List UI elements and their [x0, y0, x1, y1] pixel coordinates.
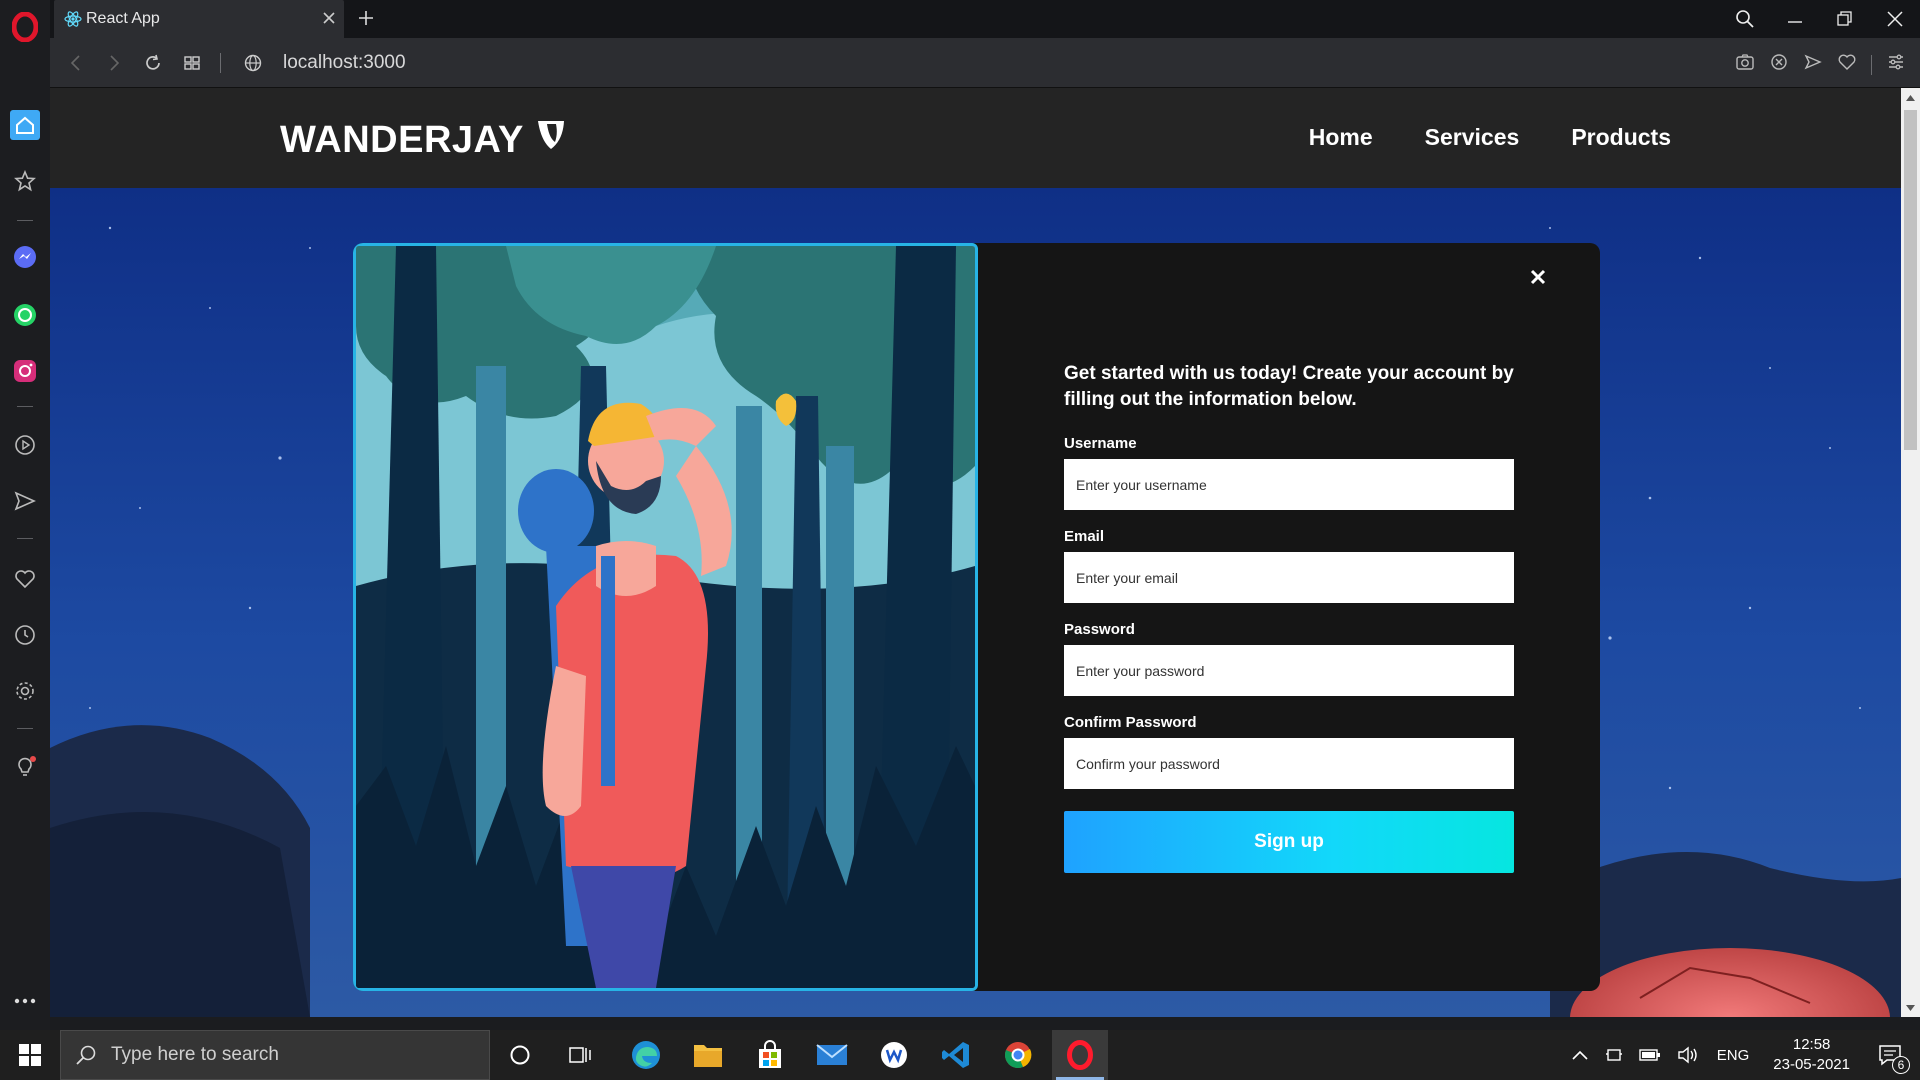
- logo-text: WANDERJAY: [280, 118, 524, 161]
- messenger-icon[interactable]: [0, 238, 50, 276]
- new-tab-plus-icon[interactable]: [356, 8, 376, 33]
- signup-button[interactable]: Sign up: [1064, 811, 1514, 873]
- whatsapp-icon[interactable]: [0, 296, 50, 334]
- tab-bar: React App: [50, 0, 1920, 38]
- site-menu: Home Services Products: [1309, 124, 1671, 151]
- chrome-icon[interactable]: [990, 1030, 1046, 1080]
- tab-close-icon[interactable]: [320, 9, 338, 32]
- forward-arrow-icon[interactable]: [104, 53, 124, 78]
- language-indicator[interactable]: ENG: [1717, 1047, 1750, 1064]
- password-label: Password: [1064, 621, 1135, 638]
- settings-gear-icon[interactable]: [0, 672, 50, 710]
- windows-taskbar: Type here to search ENG 12:58 23-05-2021…: [0, 1030, 1920, 1080]
- system-tray: ENG 12:58 23-05-2021 6: [1563, 1030, 1920, 1080]
- form-intro-text: Get started with us today! Create your a…: [1064, 363, 1514, 410]
- address-bar: localhost:3000: [50, 38, 1920, 88]
- flow-send-icon[interactable]: [0, 482, 50, 520]
- vscode-icon[interactable]: [928, 1030, 984, 1080]
- confirm-password-input[interactable]: [1064, 738, 1514, 789]
- site-globe-icon[interactable]: [243, 53, 263, 78]
- window-controls: [1720, 0, 1920, 38]
- hiker-illustration: [353, 243, 978, 991]
- nav-products-link[interactable]: Products: [1571, 124, 1671, 151]
- device-icon[interactable]: [1605, 1046, 1623, 1064]
- instagram-icon[interactable]: [0, 352, 50, 390]
- username-input[interactable]: [1064, 459, 1514, 510]
- task-view-icon[interactable]: [554, 1030, 606, 1080]
- scroll-down-arrow-icon[interactable]: [1901, 998, 1920, 1017]
- snapshot-camera-icon[interactable]: [1735, 52, 1755, 77]
- site-navbar: WANDERJAY Home Services Products: [50, 88, 1901, 188]
- search-placeholder: Type here to search: [111, 1044, 279, 1065]
- edge-browser-icon[interactable]: [618, 1030, 674, 1080]
- bookmark-heart-icon[interactable]: [1837, 52, 1857, 77]
- minimize-icon[interactable]: [1770, 0, 1820, 38]
- mail-icon[interactable]: [804, 1030, 860, 1080]
- username-label: Username: [1064, 435, 1137, 452]
- search-icon: [75, 1044, 97, 1066]
- taskbar-clock[interactable]: 12:58 23-05-2021: [1773, 1035, 1850, 1075]
- adblock-icon[interactable]: [1769, 52, 1789, 77]
- close-window-icon[interactable]: [1870, 0, 1920, 38]
- page-viewport: WANDERJAY Home Services Products Get sta…: [50, 88, 1901, 1017]
- address-actions: [1735, 52, 1906, 77]
- tab-react-app[interactable]: React App: [54, 0, 344, 38]
- player-icon[interactable]: [0, 426, 50, 464]
- typo3-logo-icon: [534, 118, 568, 162]
- tab-title: React App: [86, 10, 160, 27]
- close-icon[interactable]: [1529, 268, 1547, 291]
- favorites-heart-icon[interactable]: [0, 560, 50, 598]
- browser-sidebar: [0, 0, 50, 1030]
- confirm-password-label: Confirm Password: [1064, 714, 1197, 731]
- sidebar-divider: [17, 728, 33, 729]
- file-explorer-icon[interactable]: [680, 1030, 736, 1080]
- nav-home-link[interactable]: Home: [1309, 124, 1373, 151]
- password-input[interactable]: [1064, 645, 1514, 696]
- bookmarks-icon[interactable]: [0, 162, 50, 200]
- cortana-circle-icon[interactable]: [494, 1030, 546, 1080]
- clock-time: 12:58: [1792, 1036, 1831, 1053]
- restore-icon[interactable]: [1820, 0, 1870, 38]
- more-options-icon[interactable]: [0, 986, 50, 1016]
- history-clock-icon[interactable]: [0, 616, 50, 654]
- react-favicon-icon: [64, 10, 82, 33]
- forest-hiker-image: [356, 246, 975, 988]
- tray-overflow-chevron-icon[interactable]: [1571, 1049, 1589, 1061]
- scrollbar-thumb[interactable]: [1904, 110, 1917, 450]
- opera-taskbar-icon[interactable]: [1052, 1030, 1108, 1080]
- battery-icon[interactable]: [1639, 1048, 1661, 1062]
- taskbar-search-box[interactable]: Type here to search: [60, 1030, 490, 1080]
- easy-setup-icon[interactable]: [1886, 52, 1906, 77]
- url-field[interactable]: localhost:3000: [283, 52, 406, 74]
- signup-form: Get started with us today! Create your a…: [1064, 361, 1514, 873]
- scroll-up-arrow-icon[interactable]: [1901, 88, 1920, 107]
- opera-logo-icon[interactable]: [0, 8, 50, 46]
- windows-start-icon[interactable]: [0, 1030, 60, 1080]
- sidebar-divider: [17, 538, 33, 539]
- tips-lightbulb-icon[interactable]: [0, 748, 50, 786]
- address-divider: [220, 53, 221, 73]
- pinned-app-icon[interactable]: [866, 1030, 922, 1080]
- volume-icon[interactable]: [1677, 1046, 1699, 1064]
- send-to-flow-icon[interactable]: [1803, 52, 1823, 77]
- clock-date: 23-05-2021: [1773, 1056, 1850, 1073]
- sidebar-divider: [17, 406, 33, 407]
- notifications-icon[interactable]: 6: [1878, 1044, 1910, 1074]
- site-logo[interactable]: WANDERJAY: [280, 118, 568, 162]
- sidebar-divider: [17, 220, 33, 221]
- nav-services-link[interactable]: Services: [1425, 124, 1520, 151]
- search-tabs-icon[interactable]: [1720, 0, 1770, 38]
- email-input[interactable]: [1064, 552, 1514, 603]
- email-label: Email: [1064, 528, 1105, 545]
- microsoft-store-icon[interactable]: [742, 1030, 798, 1080]
- reload-icon[interactable]: [143, 53, 163, 78]
- notification-count-badge: 6: [1892, 1056, 1910, 1074]
- signup-modal: Get started with us today! Create your a…: [353, 243, 1600, 991]
- tab-grid-icon[interactable]: [182, 53, 202, 78]
- speed-dial-home-icon[interactable]: [0, 106, 50, 144]
- back-arrow-icon[interactable]: [66, 53, 86, 78]
- page-scrollbar[interactable]: [1901, 88, 1920, 1017]
- address-actions-divider: [1871, 54, 1872, 75]
